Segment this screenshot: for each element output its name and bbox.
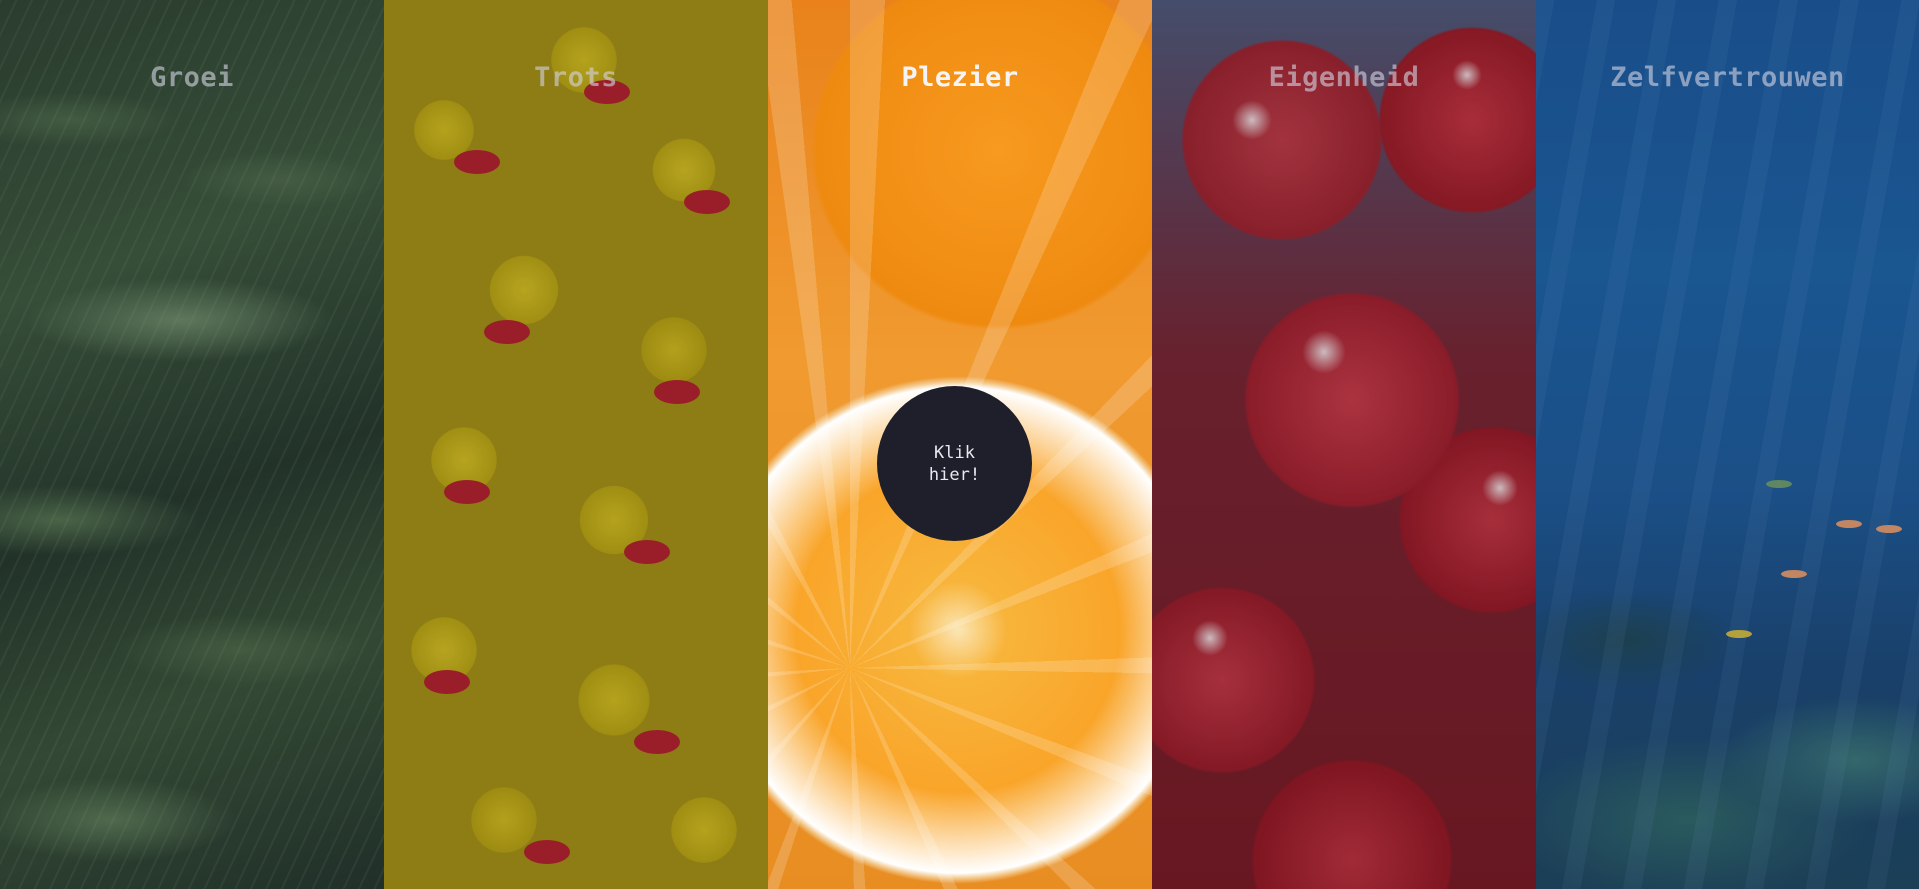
panel-zelfvertrouwen[interactable]: Zelfvertrouwen: [1536, 0, 1919, 889]
panel-trots[interactable]: Trots: [384, 0, 768, 889]
panel-title-groei: Groei: [150, 62, 234, 93]
click-here-button[interactable]: Klik hier!: [877, 386, 1032, 541]
panel-overlay: [1152, 0, 1536, 889]
panel-overlay: [384, 0, 768, 889]
panel-overlay: [0, 0, 384, 889]
panel-eigenheid[interactable]: Eigenheid: [1152, 0, 1536, 889]
panel-groei[interactable]: Groei: [0, 0, 384, 889]
panel-title-plezier: Plezier: [901, 62, 1019, 93]
panel-title-zelfvertrouwen: Zelfvertrouwen: [1610, 62, 1845, 93]
panel-overlay: [1536, 0, 1919, 889]
panel-title-trots: Trots: [534, 62, 618, 93]
panel-title-eigenheid: Eigenheid: [1268, 62, 1420, 93]
